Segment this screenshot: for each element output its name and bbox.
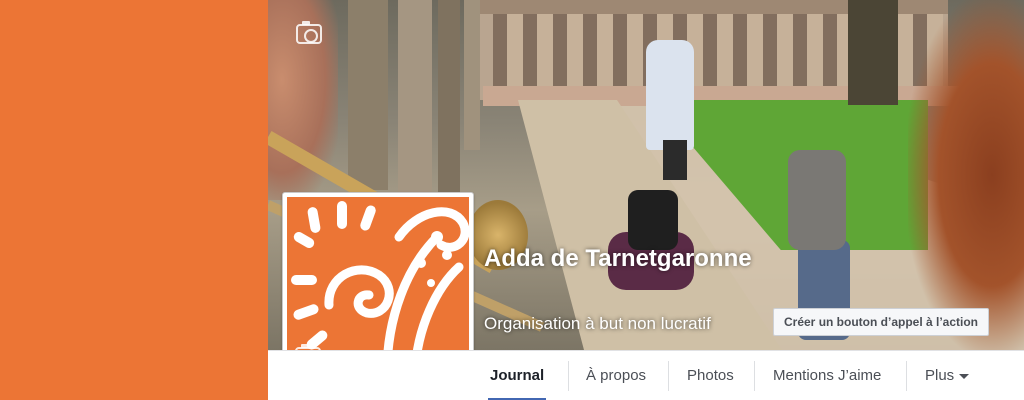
page-category[interactable]: Organisation à but non lucratif [484, 314, 711, 334]
cover-scenery [908, 0, 1024, 350]
page-tabs: Journal À propos Photos Mentions J’aime … [268, 350, 1024, 400]
tab-plus-label: Plus [925, 367, 955, 384]
tab-separator [568, 361, 569, 391]
cover-scenery [663, 140, 687, 180]
page-title[interactable]: Adda de Tarnetgaronne [484, 244, 754, 274]
tab-plus[interactable]: Plus [925, 351, 970, 400]
cover-scenery [398, 0, 432, 200]
cover-scenery [848, 0, 898, 105]
cover-scenery [348, 0, 388, 190]
tab-separator [906, 361, 907, 391]
tab-photos[interactable]: Photos [687, 351, 734, 400]
tab-separator [754, 361, 755, 391]
orange-side-panel [0, 0, 268, 400]
cover-scenery [646, 40, 694, 150]
create-cta-button[interactable]: Créer un bouton d’appel à l’action [773, 308, 990, 336]
tab-a-propos[interactable]: À propos [586, 351, 646, 400]
caret-down-icon [959, 373, 970, 379]
cover-scenery [464, 0, 480, 150]
tab-mentions-jaime[interactable]: Mentions J’aime [773, 351, 881, 400]
tab-separator [668, 361, 669, 391]
cover-scenery [788, 150, 846, 250]
cover-scenery [628, 190, 678, 250]
camera-icon[interactable] [296, 21, 322, 44]
tab-journal[interactable]: Journal [487, 351, 547, 400]
facebook-page-header: Adda de Tarnetgaronne Organisation à but… [0, 0, 1024, 400]
cover-scenery [438, 0, 460, 210]
